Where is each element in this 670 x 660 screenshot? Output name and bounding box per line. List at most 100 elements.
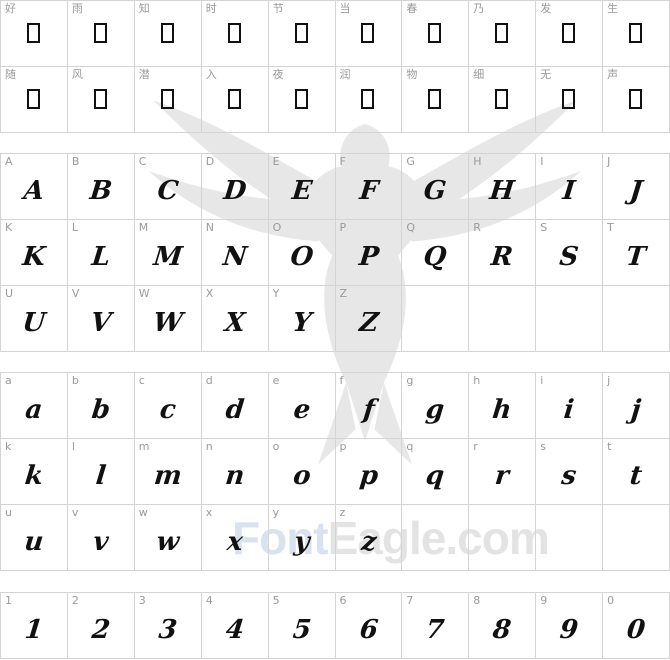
glyph-sample: r xyxy=(493,461,511,491)
glyph-cell-label: R xyxy=(473,221,481,234)
glyph-cell: 88 xyxy=(469,593,537,659)
glyph-cell-label: W xyxy=(138,287,150,300)
glyph-cell: LL xyxy=(67,220,135,286)
glyph-cell: JJ xyxy=(603,154,670,220)
glyph-cell-label: u xyxy=(5,506,12,519)
glyph-cell: 44 xyxy=(201,593,269,659)
glyph-cell: RR xyxy=(469,220,537,286)
glyph-cell: ll xyxy=(67,439,135,505)
glyph-sample: R xyxy=(489,242,515,272)
empty-cell xyxy=(402,286,470,352)
lowercase-sample-grid: aabbccddeeffgghhiijjkkllmmnnooppqqrrsstt… xyxy=(0,372,670,571)
glyph-cell-label: c xyxy=(138,374,145,387)
glyph-sample: G xyxy=(422,176,449,206)
glyph-sample: v xyxy=(91,527,110,557)
glyph-sample: 0 xyxy=(625,615,647,645)
glyph-cell-label: N xyxy=(205,221,214,234)
glyph-sample: d xyxy=(223,395,246,425)
glyph-cell: EE xyxy=(268,154,336,220)
glyph-cell: GG xyxy=(402,154,470,220)
glyph-cell: UU xyxy=(1,286,68,352)
glyph-cell-label: g xyxy=(406,374,414,387)
glyph-cell-label: H xyxy=(473,155,482,168)
glyph-cell-label: 发 xyxy=(540,2,552,15)
missing-glyph-box-icon xyxy=(93,23,107,43)
glyph-cell-label: n xyxy=(205,440,213,453)
glyph-cell-label: e xyxy=(272,374,280,387)
glyph-sample: B xyxy=(88,176,114,206)
glyph-cell-label: h xyxy=(473,374,481,387)
glyph-cell: 无 xyxy=(536,67,604,133)
glyph-cell: 66 xyxy=(335,593,403,659)
glyph-cell: 当 xyxy=(335,1,403,67)
glyph-sample: m xyxy=(152,461,184,491)
glyph-cell: 细 xyxy=(469,67,537,133)
missing-glyph-box-icon xyxy=(361,23,375,43)
glyph-cell: rr xyxy=(469,439,537,505)
glyph-sample: V xyxy=(89,308,113,338)
glyph-sample: h xyxy=(491,395,514,425)
glyph-cell-label: 随 xyxy=(5,68,16,81)
missing-glyph-box-icon xyxy=(26,23,40,43)
glyph-cell-label: 1 xyxy=(5,594,12,607)
missing-glyph-box-icon xyxy=(361,89,375,109)
glyph-cell: zz xyxy=(335,505,403,571)
glyph-cell: 声 xyxy=(603,67,670,133)
glyph-cell: jj xyxy=(603,373,670,439)
glyph-cell: ii xyxy=(536,373,604,439)
glyph-cell: 11 xyxy=(1,593,68,659)
glyph-sample: Y xyxy=(290,308,313,338)
glyph-cell-label: w xyxy=(138,506,148,519)
glyph-cell: qq xyxy=(402,439,470,505)
glyph-cell-label: 润 xyxy=(339,68,351,81)
glyph-sample: x xyxy=(225,527,244,557)
glyph-cell: aa xyxy=(1,373,68,439)
missing-glyph-box-icon xyxy=(562,89,576,109)
glyph-sample: M xyxy=(151,242,184,272)
glyph-cell-label: S xyxy=(540,221,548,234)
glyph-sample: p xyxy=(357,461,380,491)
glyph-cell: OO xyxy=(268,220,336,286)
glyph-cell-label: V xyxy=(71,287,80,300)
glyph-sample: s xyxy=(560,461,579,491)
glyph-sample: 4 xyxy=(224,615,246,645)
glyph-sample: I xyxy=(561,176,577,206)
glyph-cell: yy xyxy=(268,505,336,571)
empty-cell xyxy=(603,505,670,571)
missing-glyph-box-icon xyxy=(629,23,643,43)
glyph-cell: MM xyxy=(134,220,202,286)
glyph-cell-label: r xyxy=(473,440,478,453)
glyph-cell-label: 3 xyxy=(138,594,146,607)
glyph-cell-label: s xyxy=(540,440,546,453)
glyph-sample: k xyxy=(23,461,45,491)
glyph-cell: 好 xyxy=(1,1,68,67)
glyph-sample: L xyxy=(90,242,112,272)
glyph-sample: E xyxy=(290,176,314,206)
glyph-cell-label: t xyxy=(607,440,612,453)
glyph-cell-label: 入 xyxy=(205,68,217,81)
glyph-sample: C xyxy=(155,176,180,206)
glyph-cell: SS xyxy=(536,220,604,286)
glyph-sample: 8 xyxy=(491,615,513,645)
glyph-cell-label: 5 xyxy=(272,594,280,607)
digits-sample-grid: 11223344556677889900 xyxy=(0,592,670,659)
glyph-cell-label: i xyxy=(540,374,544,387)
missing-glyph-box-icon xyxy=(629,89,643,109)
glyph-cell: VV xyxy=(67,286,135,352)
glyph-sample: y xyxy=(292,527,311,557)
glyph-cell: oo xyxy=(268,439,336,505)
glyph-cell-label: C xyxy=(138,155,147,168)
glyph-sample: S xyxy=(558,242,581,272)
glyph-sample: o xyxy=(291,461,312,491)
glyph-cell: XX xyxy=(201,286,269,352)
glyph-cell-label: 时 xyxy=(205,2,217,15)
glyph-cell: 33 xyxy=(134,593,202,659)
glyph-cell: WW xyxy=(134,286,202,352)
glyph-sample: D xyxy=(221,176,248,206)
chinese-sample-grid: 好 雨 知 时 节 当 春 乃 发 生随 风 潜 入 夜 润 物 细 无 声 xyxy=(0,0,670,133)
glyph-sample: b xyxy=(90,395,112,425)
glyph-cell-label: 节 xyxy=(272,2,284,15)
missing-glyph-box-icon xyxy=(495,23,509,43)
glyph-cell: ww xyxy=(134,505,202,571)
glyph-cell: cc xyxy=(134,373,202,439)
